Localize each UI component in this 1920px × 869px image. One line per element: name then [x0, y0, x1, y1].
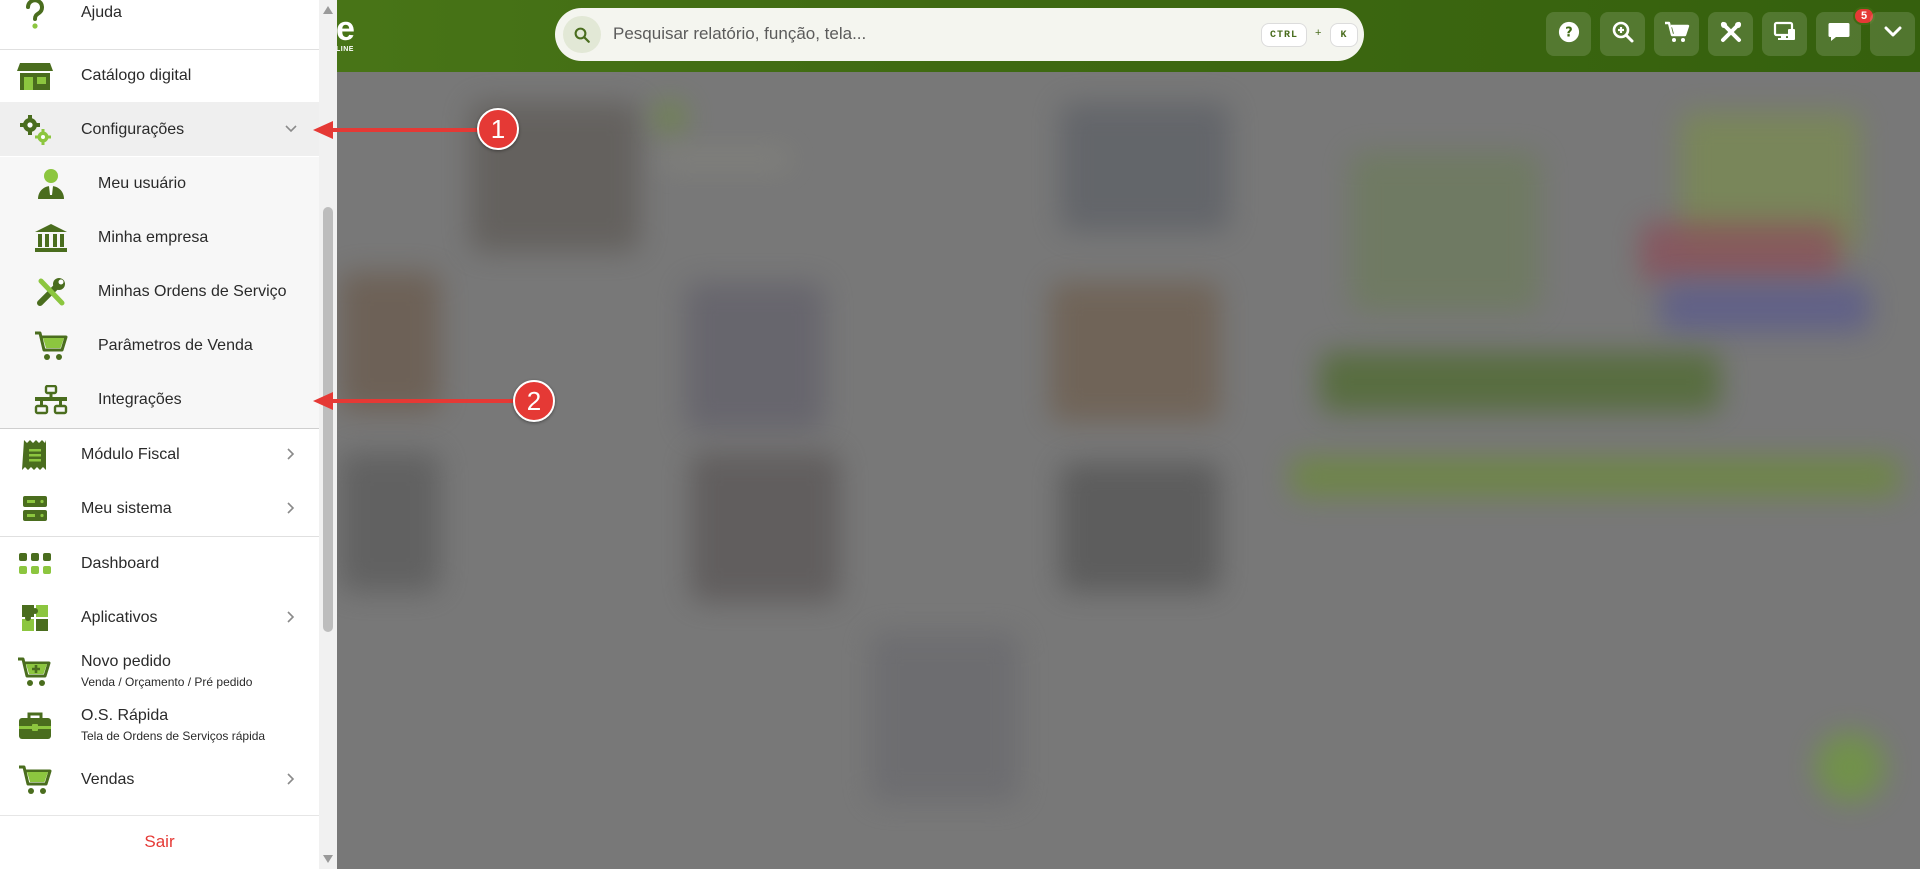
annotation-callout-1: 1 [477, 108, 519, 150]
annotation-callout-2: 2 [513, 380, 555, 422]
annotation-arrow-1 [313, 121, 478, 139]
annotation-arrows [313, 121, 514, 410]
annotation-arrow-2 [313, 392, 514, 410]
